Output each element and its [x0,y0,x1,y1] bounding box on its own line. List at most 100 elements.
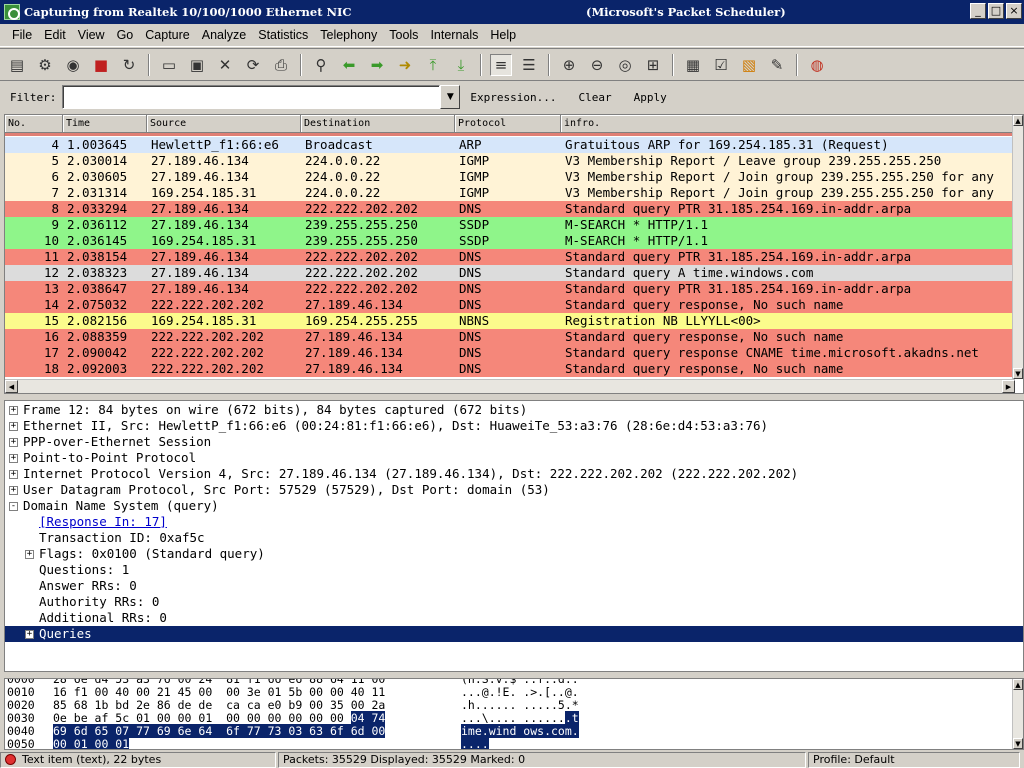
zoom-normal-icon[interactable]: ◎ [614,54,636,76]
scroll-right-icon[interactable]: ▶ [1002,380,1015,393]
menu-internals[interactable]: Internals [424,28,484,42]
detail-row[interactable]: + Queries [5,626,1023,642]
reload-icon[interactable]: ⟳ [242,54,264,76]
packet-row[interactable]: 12 2.038323 27.189.46.134 222.222.202.202 DN… [5,265,1015,281]
menu-file[interactable]: File [6,28,38,42]
column-destination[interactable]: Destination [301,115,455,133]
packet-row[interactable]: 17 2.090042 222.222.202.202 27.189.46.134 DN… [5,345,1015,361]
menu-help[interactable]: Help [484,28,522,42]
detail-link[interactable]: [Response In: 17] [39,514,167,530]
expand-icon[interactable]: + [9,405,18,415]
close-button[interactable]: × [1006,3,1022,19]
preferences-icon[interactable]: ✎ [766,54,788,76]
menu-capture[interactable]: Capture [139,28,195,42]
packet-row[interactable]: 15 2.082156 169.254.185.31 169.254.255.255 N… [5,313,1015,329]
packet-row[interactable]: 9 2.036112 27.189.46.134 239.255.255.250 SSD… [5,217,1015,233]
scroll-down-icon[interactable]: ▼ [1013,368,1023,379]
detail-row[interactable]: + Internet Protocol Version 4, Src: 27.18… [5,466,1023,482]
column-protocol[interactable]: Protocol [455,115,561,133]
packet-list-hscroll[interactable]: ◀ ▶ [5,379,1015,393]
menu-analyze[interactable]: Analyze [196,28,252,42]
expand-icon[interactable]: + [9,469,18,479]
stop-capture-icon[interactable]: ■ [90,54,112,76]
menu-edit[interactable]: Edit [38,28,72,42]
capture-filters-icon[interactable]: ▦ [682,54,704,76]
colorize-icon[interactable]: ≡ [490,53,512,76]
clear-button[interactable]: Clear [578,91,611,104]
detail-row[interactable]: + Point-to-Point Protocol [5,450,1023,466]
detail-row[interactable]: + Frame 12: 84 bytes on wire (672 bits), … [5,402,1023,418]
last-packet-icon[interactable]: ⤓ [450,54,472,76]
apply-button[interactable]: Apply [634,91,667,104]
packet-row[interactable]: 10 2.036145 169.254.185.31 239.255.255.250 S… [5,233,1015,249]
collapse-icon[interactable]: - [9,501,18,511]
expand-icon[interactable]: + [9,485,18,495]
detail-row[interactable]: Additional RRs: 0 [5,610,1023,626]
maximize-button[interactable]: □ [988,3,1004,19]
detail-row[interactable]: + PPP-over-Ethernet Session [5,434,1023,450]
detail-row[interactable]: Questions: 1 [5,562,1023,578]
column-time[interactable]: Time [63,115,147,133]
go-to-packet-icon[interactable]: ➜ [394,54,416,76]
menu-go[interactable]: Go [111,28,140,42]
expand-icon[interactable]: + [9,437,18,447]
packet-row[interactable]: 4 1.003645 HewlettP_f1:66:e6 Broadcast ARP Gr… [5,137,1015,153]
menu-view[interactable]: View [72,28,111,42]
expand-icon[interactable]: + [9,453,18,463]
capture-status-icon[interactable] [5,754,16,765]
filter-input[interactable] [62,85,441,109]
scroll-down-icon[interactable]: ▼ [1013,738,1023,749]
minimize-button[interactable]: _ [970,3,986,19]
expand-icon[interactable]: + [25,549,34,559]
scroll-up-icon[interactable]: ▲ [1013,115,1023,126]
scroll-up-icon[interactable]: ▲ [1013,679,1023,690]
column-source[interactable]: Source [147,115,301,133]
detail-row[interactable]: - Domain Name System (query) [5,498,1023,514]
zoom-in-icon[interactable]: ⊕ [558,54,580,76]
packet-row[interactable]: 7 2.031314 169.254.185.31 224.0.0.22 IGMP V3 … [5,185,1015,201]
packet-row[interactable]: 16 2.088359 222.222.202.202 27.189.46.134 DN… [5,329,1015,345]
detail-row[interactable]: Transaction ID: 0xaf5c [5,530,1023,546]
detail-row[interactable]: + Flags: 0x0100 (Standard query) [5,546,1023,562]
close-file-icon[interactable]: ✕ [214,54,236,76]
packet-row[interactable]: 18 2.092003 222.222.202.202 27.189.46.134 DN… [5,361,1015,377]
coloring-rules-icon[interactable]: ▧ [738,54,760,76]
bytes-vscroll[interactable]: ▲ ▼ [1012,679,1023,749]
restart-capture-icon[interactable]: ↻ [118,54,140,76]
packet-list-vscroll[interactable]: ▲ ▼ [1012,115,1023,379]
column-no[interactable]: No. [5,115,63,133]
scroll-left-icon[interactable]: ◀ [5,380,18,393]
column-info[interactable]: infro. [561,115,1015,133]
packet-row[interactable]: 13 2.038647 27.189.46.134 222.222.202.202 DN… [5,281,1015,297]
detail-row[interactable]: + User Datagram Protocol, Src Port: 57529… [5,482,1023,498]
packet-row[interactable]: 5 2.030014 27.189.46.134 224.0.0.22 IGMP V3 M… [5,153,1015,169]
zoom-out-icon[interactable]: ⊖ [586,54,608,76]
help-icon[interactable]: ◍ [806,54,828,76]
status-profile[interactable]: Profile: Default [808,752,1020,768]
detail-row[interactable]: [Response In: 17] [5,514,1023,530]
detail-row[interactable]: Answer RRs: 0 [5,578,1023,594]
open-file-icon[interactable]: ▭ [158,54,180,76]
start-capture-icon[interactable]: ◉ [62,54,84,76]
auto-scroll-icon[interactable]: ☰ [518,54,540,76]
expand-icon[interactable]: + [9,421,18,431]
detail-row[interactable]: + Ethernet II, Src: HewlettP_f1:66:e6 (00… [5,418,1023,434]
capture-options-icon[interactable]: ⚙ [34,54,56,76]
print-icon[interactable]: ⎙ [270,54,292,76]
menu-tools[interactable]: Tools [383,28,424,42]
save-file-icon[interactable]: ▣ [186,54,208,76]
first-packet-icon[interactable]: ⤒ [422,54,444,76]
menu-statistics[interactable]: Statistics [252,28,314,42]
chevron-down-icon[interactable]: ▼ [440,85,461,109]
expression-button[interactable]: Expression... [470,91,556,104]
find-packet-icon[interactable]: ⚲ [310,54,332,76]
display-filters-icon[interactable]: ☑ [710,54,732,76]
packet-row[interactable]: 8 2.033294 27.189.46.134 222.222.202.202 DNS… [5,201,1015,217]
detail-row[interactable]: Authority RRs: 0 [5,594,1023,610]
resize-columns-icon[interactable]: ⊞ [642,54,664,76]
expand-icon[interactable]: + [25,629,34,639]
go-forward-icon[interactable]: ➡ [366,54,388,76]
menu-telephony[interactable]: Telephony [314,28,383,42]
go-back-icon[interactable]: ⬅ [338,54,360,76]
packet-row[interactable]: 6 2.030605 27.189.46.134 224.0.0.22 IGMP V3 M… [5,169,1015,185]
